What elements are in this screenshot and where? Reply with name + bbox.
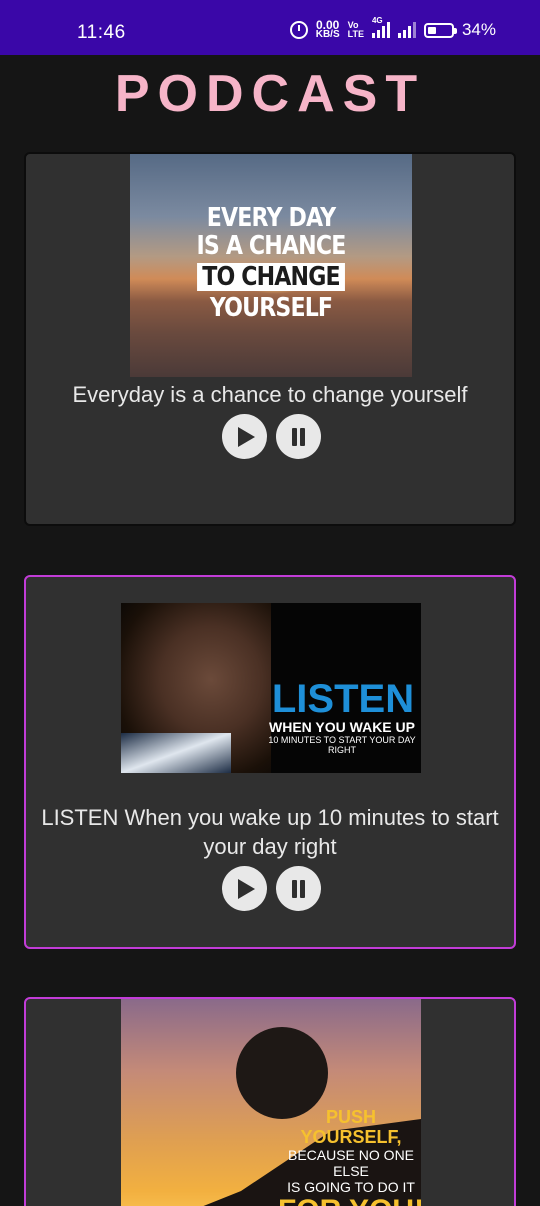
play-icon xyxy=(238,427,255,447)
play-button[interactable] xyxy=(222,866,267,911)
status-icons: 0.00 KB/S Vo LTE 4G 34% xyxy=(289,16,496,40)
quote-line: PUSH YOURSELF, xyxy=(300,1107,402,1147)
playback-controls xyxy=(222,414,321,459)
quote-line: TO CHANGE xyxy=(197,263,345,291)
quote-line: BECAUSE NO ONE ELSE xyxy=(287,1147,415,1179)
status-time: 11:46 xyxy=(77,22,126,43)
play-icon xyxy=(238,879,255,899)
quote-line: FOR YOU! xyxy=(276,1195,421,1206)
battery-percent: 34% xyxy=(461,20,496,39)
network-type: 4G xyxy=(371,16,383,25)
quote-line: IS GOING TO DO IT xyxy=(287,1179,415,1195)
thumbnail-subheadline: WHEN YOU WAKE UP xyxy=(269,719,415,735)
pause-button[interactable] xyxy=(276,866,321,911)
speaker-suit xyxy=(121,733,231,773)
podcast-card[interactable]: EVERY DAY IS A CHANCE TO CHANGE YOURSELF… xyxy=(24,152,516,526)
network-speed: 0.00 KB/S xyxy=(315,19,340,40)
battery-icon xyxy=(423,22,457,38)
podcast-card[interactable]: LISTEN WHEN YOU WAKE UP 10 MINUTES TO ST… xyxy=(24,575,516,949)
boulder-silhouette xyxy=(236,1027,328,1119)
alarm-icon xyxy=(289,21,308,39)
podcast-title: Everyday is a chance to change yourself xyxy=(72,382,468,407)
volte-bottom: LTE xyxy=(347,29,364,39)
status-bar: 11:46 0.00 KB/S Vo LTE 4G 34% xyxy=(0,0,540,55)
podcast-thumbnail: EVERY DAY IS A CHANCE TO CHANGE YOURSELF xyxy=(130,154,412,377)
volte-indicator: Vo LTE xyxy=(348,21,364,39)
page-title: PODCAST xyxy=(114,65,426,123)
podcast-card[interactable]: PUSH YOURSELF, BECAUSE NO ONE ELSE IS GO… xyxy=(24,997,516,1206)
signal-4g-icon: 4G xyxy=(371,16,390,38)
pause-button[interactable] xyxy=(276,414,321,459)
pause-icon xyxy=(291,428,306,446)
thumbnail-quote: EVERY DAY IS A CHANCE TO CHANGE YOURSELF xyxy=(151,204,391,322)
quote-line: YOURSELF xyxy=(209,293,333,323)
quote-line: EVERY DAY xyxy=(206,203,336,233)
quote-line: IS A CHANCE xyxy=(196,231,347,261)
signal-icon xyxy=(397,22,416,38)
play-button[interactable] xyxy=(222,414,267,459)
network-speed-unit: KB/S xyxy=(315,29,340,40)
playback-controls xyxy=(222,866,321,911)
podcast-thumbnail: LISTEN WHEN YOU WAKE UP 10 MINUTES TO ST… xyxy=(121,603,421,773)
thumbnail-quote: PUSH YOURSELF, BECAUSE NO ONE ELSE IS GO… xyxy=(276,1107,421,1206)
podcast-title: LISTEN When you wake up 10 minutes to st… xyxy=(41,805,499,859)
podcast-thumbnail: PUSH YOURSELF, BECAUSE NO ONE ELSE IS GO… xyxy=(121,999,421,1206)
thumbnail-headline: LISTEN xyxy=(271,677,415,721)
pause-icon xyxy=(291,880,306,898)
thumbnail-caption: 10 MINUTES TO START YOUR DAY RIGHT xyxy=(268,735,416,755)
